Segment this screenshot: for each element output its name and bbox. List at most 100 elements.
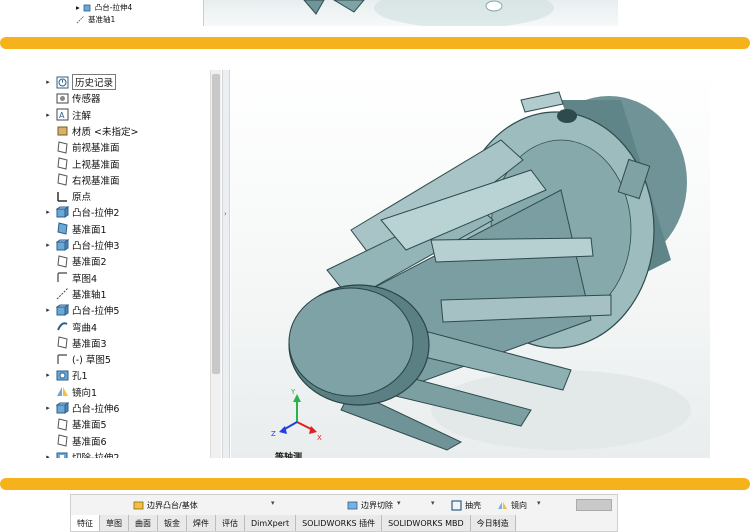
tree-item-label: 基准面2 [72,257,107,269]
command-manager-tabs: 特征 草图 曲面 钣金 焊件 评估 DimXpert SOLIDWORKS 插件 SOLIDWO… [71,515,617,531]
splitter-grip-icon[interactable]: › [224,210,228,218]
shell-icon [451,499,462,511]
tree-item-label: 孔1 [72,371,88,383]
plane-icon [57,173,68,186]
tab-8[interactable]: SOLIDWORKS MBD [382,515,471,531]
mirror-icon [498,501,507,509]
tree-item[interactable]: 基准面5 [42,416,208,432]
plane-icon [57,336,68,349]
tree-item[interactable]: 镜向1 [42,384,208,400]
tree-item-top-axis1[interactable]: 基准轴1 [76,14,115,25]
tree-item-label: 右视基准面 [72,175,120,187]
tree-item-label: 凸台-拉伸2 [72,208,120,220]
gear-shaft-model[interactable]: Y X Z [231,70,710,458]
tree-item[interactable]: 前视基准面 [42,139,208,155]
tree-item[interactable]: ▸ A 注解 [42,107,208,123]
boundary-boss-button[interactable]: 边界凸台/基体 [133,497,198,513]
mirror-label: 镜向 [511,500,527,510]
tab-1[interactable]: 草图 [100,515,129,531]
tree-item-label: 原点 [72,192,92,204]
tab-5[interactable]: 评估 [216,515,245,531]
tree-item-label: 凸台-拉伸6 [72,404,120,415]
tab-4[interactable]: 焊件 [187,515,216,531]
dropdown-arrow-icon[interactable]: ▾ [537,499,541,507]
svg-text:A: A [59,111,65,120]
tree-item[interactable]: 基准面3 [42,335,208,351]
expand-arrow-icon[interactable]: ▸ [42,306,54,314]
shell-button[interactable]: 抽壳 [451,497,481,513]
tree-item-label: 基准面3 [72,338,107,350]
tree-item[interactable]: ▸ 凸台-拉伸6 [42,400,208,416]
tree-item[interactable]: 基准面6 [42,433,208,449]
pane-splitter[interactable]: › [222,70,230,458]
tree-item-label: 材质 <未指定> [72,126,139,138]
expand-arrow-icon[interactable]: ▸ [42,453,54,458]
expand-arrow-icon[interactable]: ▸ [42,404,54,412]
tree-item[interactable]: 右视基准面 [42,172,208,188]
tree-item[interactable]: 基准面2 [42,253,208,269]
tree-item[interactable]: ▸ 凸台-拉伸3 [42,237,208,253]
toolbar-button-row: 边界凸台/基体 ▾ ▾ 边界切除 ▾ 抽壳 镜向 ▾ [71,497,617,513]
model-crop-graphic [303,0,554,26]
tab-9[interactable]: 今日制造 [470,515,516,531]
tree-item[interactable]: ▸ 孔1 [42,367,208,383]
boundary-cut-button[interactable]: 边界切除 [347,497,393,513]
tree-item[interactable]: 材质 <未指定> [42,123,208,139]
dropdown-arrow-icon[interactable]: ▾ [271,499,275,507]
boundary-cut-icon [347,501,358,509]
triad-y-label: Y [290,388,296,396]
tree-item-label: 基准面6 [72,436,107,448]
tree-item[interactable]: 草图4 [42,270,208,286]
tree-item[interactable]: (-) 草图5 [42,351,208,367]
boundary-boss-icon [133,501,144,509]
expand-arrow-icon[interactable]: ▸ [42,371,54,379]
expand-arrow-icon[interactable]: ▸ [42,208,54,216]
plane-icon [57,141,68,154]
tab-7[interactable]: SOLIDWORKS 插件 [296,515,383,531]
material-icon [57,126,68,136]
tree-scrollbar[interactable] [210,70,221,458]
view-orientation-label: 等轴测 [275,453,303,458]
extrude-icon [56,238,69,251]
tree-item[interactable]: ▸ 凸台-拉伸2 [42,204,208,220]
top-feature-tree: ▸ 凸台-拉伸4 基准轴1 [64,0,204,26]
graphics-viewport[interactable]: Y X Z 等轴测 [231,70,710,458]
triad-z-label: Z [271,430,276,438]
expand-arrow-icon[interactable]: ▸ [42,111,54,119]
tree-item-label: 基准面1 [72,224,107,236]
tab-3[interactable]: 钣金 [158,515,187,531]
tree-item[interactable]: 基准面1 [42,221,208,237]
dropdown-arrow-icon[interactable]: ▾ [397,499,401,507]
tab-2[interactable]: 曲面 [129,515,158,531]
separator-bar-top [0,37,750,49]
solidworks-window: ▸ 历史记录 传感器 ▸ A 注解 材质 <未指定> 前视基准面 上视基准面 右视基准面 原点 ▸ 凸台… [42,70,710,458]
top-strip-crop: ▸ 凸台-拉伸4 基准轴1 [64,0,618,26]
dropdown-arrow-icon[interactable]: ▾ [431,499,435,507]
tree-item[interactable]: ▸ 切除-拉伸2 [42,449,208,458]
tree-item-top-extrude4[interactable]: ▸ 凸台-拉伸4 [76,2,132,13]
tree-item-label: 上视基准面 [72,159,120,171]
expand-arrow-icon[interactable]: ▸ [76,3,80,12]
tree-item[interactable]: 原点 [42,188,208,204]
boundary-boss-label: 边界凸台/基体 [147,500,198,510]
tree-item[interactable]: ▸ 历史记录 [42,74,208,90]
sensor-icon [56,93,69,104]
tab-6[interactable]: DimXpert [245,515,297,531]
expand-arrow-icon[interactable]: ▸ [42,241,54,249]
toolbar-placeholder-box [576,499,612,511]
tree-item[interactable]: 弯曲4 [42,319,208,335]
shell-label: 抽壳 [465,500,481,510]
history-icon [56,76,69,88]
mirror-button[interactable]: 镜向 [497,497,527,513]
tree-item[interactable]: 基准轴1 [42,286,208,302]
tree-item-label: (-) 草图5 [72,355,111,367]
extrude-icon [56,401,69,414]
tree-scrollbar-thumb[interactable] [212,74,220,374]
expand-arrow-icon[interactable]: ▸ [42,78,54,86]
tree-item[interactable]: 传感器 [42,90,208,106]
tree-item[interactable]: 上视基准面 [42,156,208,172]
extrude-icon [56,303,69,316]
tree-item-label: 历史记录 [72,74,117,90]
tab-0[interactable]: 特征 [71,515,100,531]
tree-item[interactable]: ▸ 凸台-拉伸5 [42,302,208,318]
